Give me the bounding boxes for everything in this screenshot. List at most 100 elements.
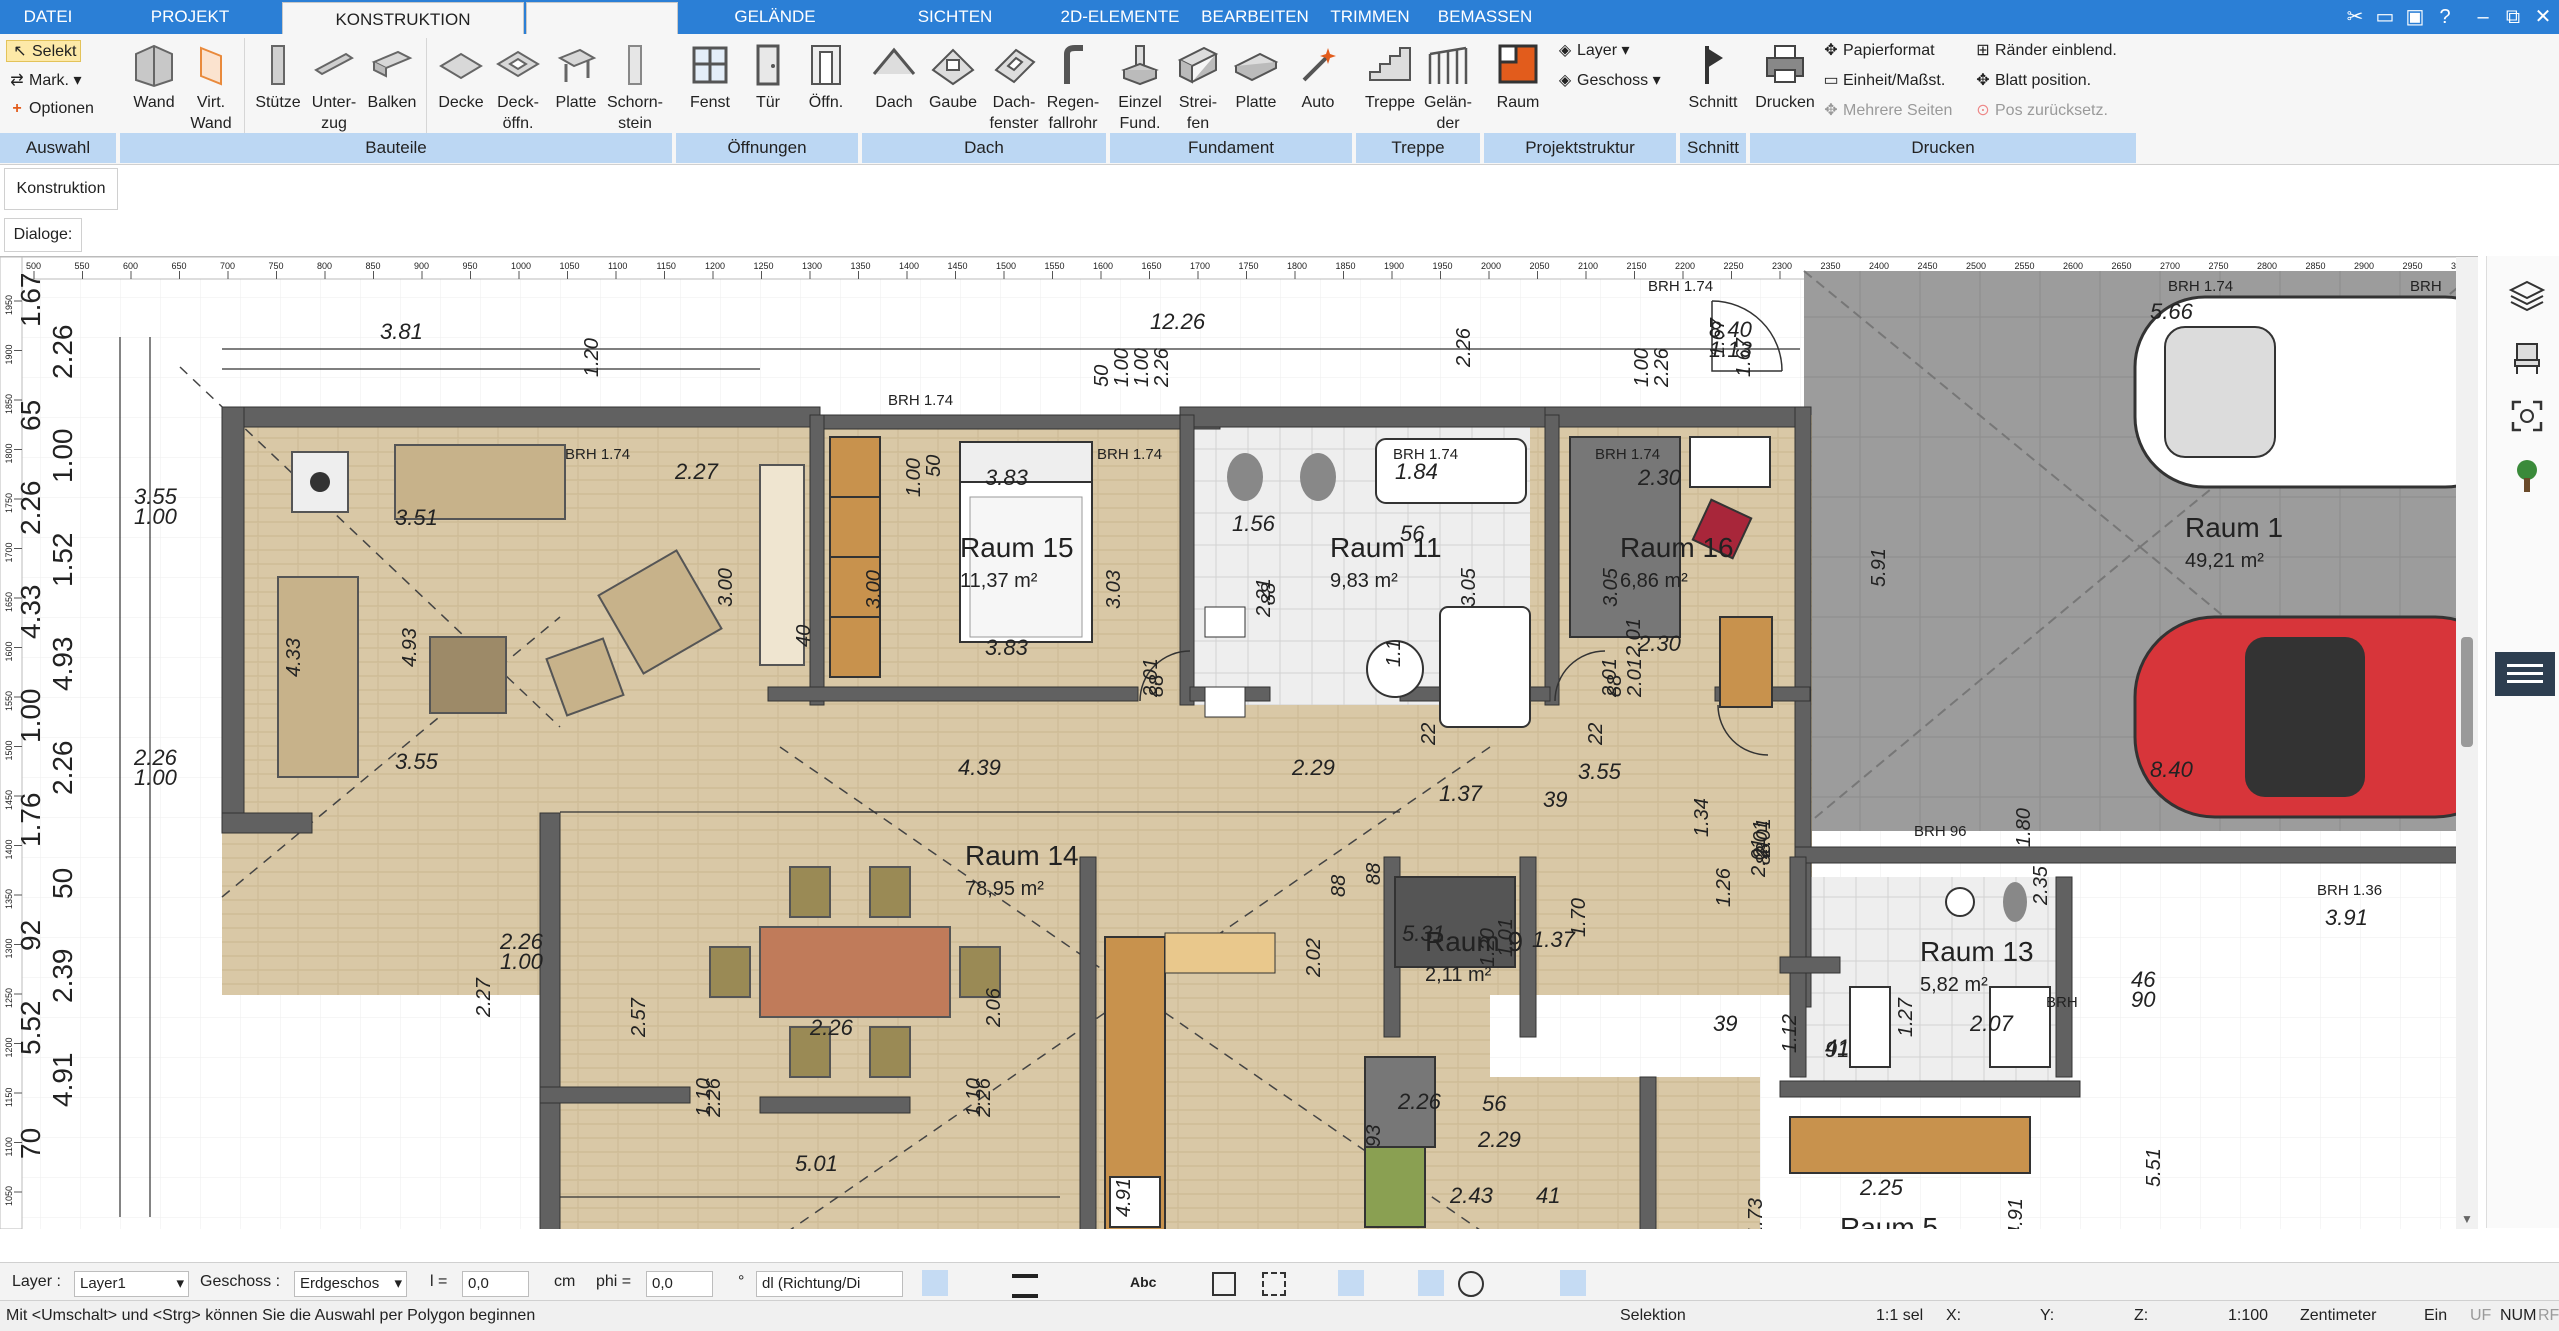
hatch-icon[interactable] (922, 1270, 948, 1296)
tab-datei[interactable]: DATEI (0, 0, 96, 34)
schnitt-button[interactable]: Schnitt (1682, 40, 1744, 113)
tab-konstruktion[interactable]: KONSTRUKTION (282, 2, 524, 35)
virt-wand-button[interactable]: Virt. Wand (186, 40, 236, 134)
folder-icon[interactable]: ▭ (2372, 4, 2398, 30)
fill-icon[interactable] (960, 1270, 986, 1296)
palette-icon[interactable] (1300, 1270, 1326, 1296)
view-1-icon[interactable] (1560, 1270, 1586, 1296)
raum-button[interactable]: Raum (1488, 40, 1548, 113)
floor-plan[interactable]: 500 550 600 650 700 750 800 850 900 950 1000 1050 11… (0, 257, 2478, 1229)
tab-bemassen[interactable]: BEMASSEN (1430, 0, 1540, 34)
close-icon[interactable]: ✕ (2530, 4, 2556, 30)
snap-icon[interactable] (1930, 1270, 1956, 1296)
dl-select[interactable]: dl (Richtung/Di (756, 1271, 903, 1297)
raender-button[interactable]: ⊞ Ränder einblend. (1974, 40, 2117, 60)
drawing-canvas[interactable]: 500 550 600 650 700 750 800 850 900 950 1000 1050 11… (0, 256, 2478, 1229)
view-3-icon[interactable] (1640, 1270, 1666, 1296)
mehrere-seiten-button[interactable]: ✥ Mehrere Seiten (1822, 100, 1952, 120)
einheit-button[interactable]: ▭ Einheit/Maßst. (1822, 70, 1945, 90)
unterzug-button[interactable]: Unter-zug (306, 40, 362, 134)
deckoeffn-button[interactable]: Deck-öffn. (490, 40, 546, 134)
tab-projekt[interactable]: PROJEKT (110, 0, 270, 34)
decke-button[interactable]: Decke (432, 40, 490, 113)
line-style-icon[interactable] (1050, 1270, 1076, 1296)
optionen-button[interactable]: + Optionen (8, 100, 94, 118)
auto-button[interactable]: Auto (1290, 40, 1346, 113)
line-weight-icon[interactable] (1012, 1274, 1038, 1298)
layers-icon[interactable] (2507, 276, 2547, 316)
north-icon[interactable] (1458, 1271, 1484, 1297)
schornstein-button[interactable]: Schorn-stein (604, 40, 666, 134)
oeffn-button[interactable]: Öffn. (798, 40, 854, 113)
dimension-v: 88 (1146, 675, 1168, 697)
gaube-button[interactable]: Gaube (924, 40, 982, 113)
side-panel-toggle[interactable] (2495, 652, 2555, 696)
chair-icon[interactable] (2507, 336, 2547, 376)
stuetze-button[interactable]: Stütze (250, 40, 306, 113)
view-5-icon[interactable] (1720, 1270, 1746, 1296)
help-icon[interactable]: ? (2432, 4, 2458, 30)
layer-stack-icon[interactable] (1418, 1270, 1444, 1296)
selekt-button[interactable]: ↖ Selekt (6, 40, 82, 62)
drucken-button[interactable]: Drucken (1752, 40, 1818, 113)
view-6-icon[interactable] (1760, 1270, 1786, 1296)
minimize-icon[interactable]: – (2470, 4, 2496, 30)
l-input[interactable]: 0,0 (462, 1271, 529, 1297)
grid-icon[interactable] (1886, 1270, 1912, 1296)
papierformat-button[interactable]: ✥ Papierformat (1822, 40, 1934, 60)
dimension-h: 3.83 (985, 635, 1029, 660)
select-frame-icon[interactable] (1262, 1272, 1286, 1296)
wardrobe[interactable] (829, 436, 881, 678)
dimension-h: 3.91 (2325, 905, 2368, 930)
pen-icon[interactable] (1338, 1270, 1364, 1296)
tab-bearbeiten[interactable]: BEARBEITEN (1200, 0, 1310, 34)
focus-icon[interactable] (2507, 396, 2547, 436)
window-icon[interactable]: ▣ (2402, 4, 2428, 30)
restore-icon[interactable]: ⧉ (2500, 4, 2526, 30)
abc-text-icon[interactable]: Abc (1130, 1263, 1156, 1301)
fundamentplatte-button[interactable]: Platte (1228, 40, 1284, 113)
layer-dropdown[interactable]: ◈ Layer ▾ (1556, 40, 1630, 60)
phi-input[interactable]: 0,0 (646, 1271, 713, 1297)
streifenfundament-button[interactable]: Strei-fen (1170, 40, 1226, 134)
ruler-left-label: 1200 (4, 1037, 14, 1057)
view-7-icon[interactable] (1800, 1270, 1826, 1296)
car-white[interactable] (2133, 295, 2478, 489)
cursor-snap-icon[interactable] (1976, 1270, 2002, 1296)
view-8-icon[interactable] (1840, 1270, 1866, 1296)
dimension-text-icon[interactable] (1090, 1270, 1116, 1296)
balken-button[interactable]: Balken (364, 40, 420, 113)
frame-icon[interactable] (1212, 1272, 1236, 1296)
texture-icon[interactable] (1378, 1270, 1404, 1296)
tree-icon[interactable] (2507, 456, 2547, 496)
tab-2d-elemente[interactable]: 2D-ELEMENTE (1040, 0, 1200, 34)
blatt-button[interactable]: ✥ Blatt position. (1974, 70, 2091, 90)
geschoss-dropdown[interactable]: ◈ Geschoss ▾ (1556, 70, 1661, 90)
car-red[interactable] (2133, 615, 2478, 819)
platte-button[interactable]: Platte (548, 40, 604, 113)
tab-trimmen[interactable]: TRIMMEN (1320, 0, 1420, 34)
dach-button[interactable]: Dach (866, 40, 922, 113)
layer-select[interactable]: Layer1 ▾ (74, 1271, 189, 1297)
view-2-icon[interactable] (1600, 1270, 1626, 1296)
ruler-top-label: 2100 (1578, 261, 1598, 271)
tuer-button[interactable]: Tür (740, 40, 796, 113)
view-4-icon[interactable] (1680, 1270, 1706, 1296)
geschoss-select[interactable]: Erdgeschos ▾ (294, 1271, 407, 1297)
regenfallrohr-button[interactable]: Regen-fallrohr (1040, 40, 1106, 134)
more-icon[interactable] (1510, 1270, 1536, 1296)
dachfenster-button[interactable]: Dach-fenster (984, 40, 1044, 134)
dimension-icon[interactable] (1170, 1270, 1196, 1296)
tab-blank[interactable] (526, 2, 678, 35)
tab-gelaende[interactable]: GELÄNDE (690, 0, 860, 34)
fenst-button[interactable]: Fenst (680, 40, 740, 113)
konstruktion-tab[interactable]: Konstruktion (4, 168, 118, 210)
wand-button[interactable]: Wand (124, 40, 184, 113)
tools-icon[interactable]: ✂ (2342, 4, 2368, 30)
tab-sichten[interactable]: SICHTEN (880, 0, 1030, 34)
mark-button[interactable]: ⇄ Mark. ▾ (8, 70, 81, 90)
treppe-button[interactable]: Treppe (1360, 40, 1420, 113)
gelaender-button[interactable]: Gelän-der (1420, 40, 1476, 134)
einzelfundament-button[interactable]: Einzel Fund. (1112, 40, 1168, 134)
pos-zuruecksetzen-button[interactable]: ⊙ Pos zurücksetz. (1974, 100, 2108, 120)
